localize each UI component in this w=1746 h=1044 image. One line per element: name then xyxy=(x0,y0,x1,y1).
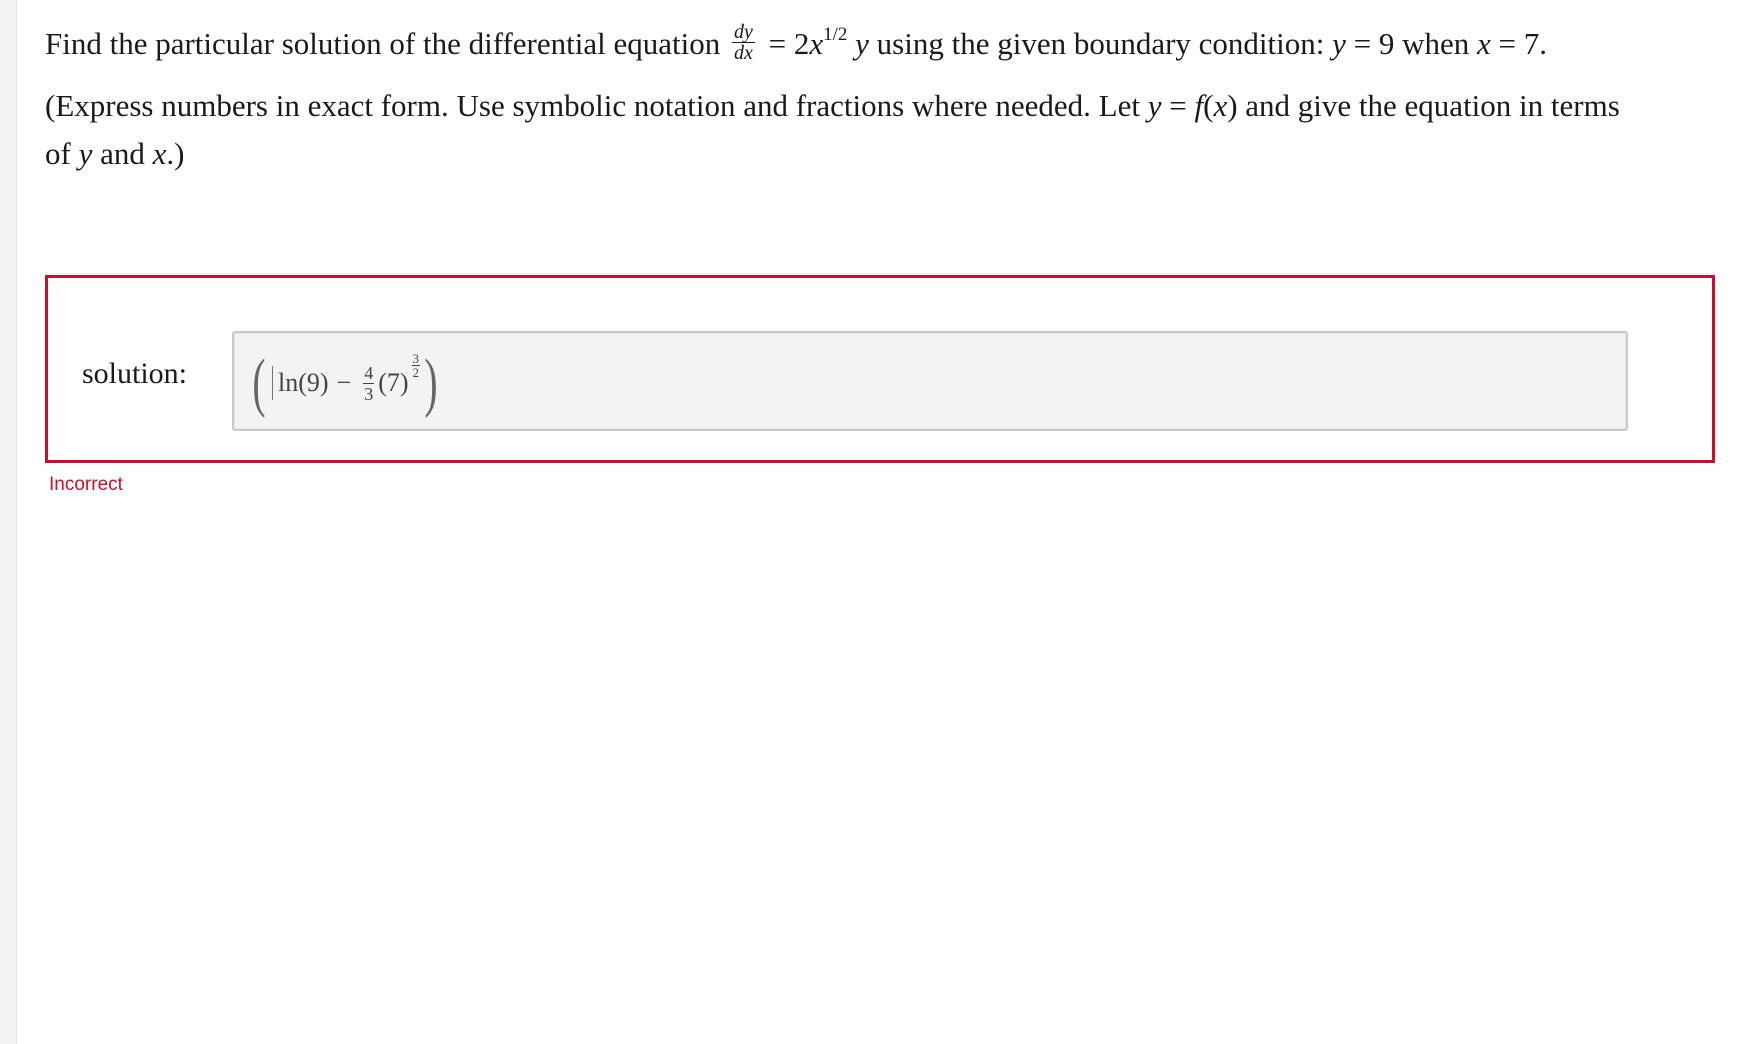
question-prefix: Find the particular solution of the diff… xyxy=(45,26,721,61)
instructions-f: f xyxy=(1194,88,1204,123)
instructions-paren-close: ) xyxy=(1227,88,1238,123)
solution-input[interactable]: ( ln(9) − 4 3 (7) 3 2 ) xyxy=(232,331,1628,431)
instructions-part-c: of xyxy=(45,136,71,171)
close-paren: ) xyxy=(424,346,438,419)
question-page: Find the particular solution of the diff… xyxy=(16,0,1746,1044)
condition-value-x: = 7. xyxy=(1498,26,1548,61)
instructions-c-and: and xyxy=(100,136,145,171)
solution-expression: ( ln(9) − 4 3 (7) 3 2 ) xyxy=(248,345,442,421)
equation-exponent: 1/2 xyxy=(823,24,848,45)
equation-rhs-coefficient: = 2 xyxy=(768,26,810,61)
answer-box: solution: ( ln(9) − 4 3 (7) 3 2 ) xyxy=(45,275,1715,463)
equation-rhs-x: x xyxy=(809,26,824,61)
derivative-numerator: dy xyxy=(731,21,755,44)
ln-term: ln(9) xyxy=(277,368,329,397)
instructions-c-x: x xyxy=(152,136,167,171)
instructions-x: x xyxy=(1213,88,1228,123)
exponent-fraction: 3 2 xyxy=(411,350,421,380)
text-cursor xyxy=(271,366,273,400)
instructions-c-y: y xyxy=(78,136,93,171)
instructions-part-a: (Express numbers in exact form. Use symb… xyxy=(45,88,1140,123)
exponent-denominator: 2 xyxy=(412,364,420,380)
derivative-denominator: dx xyxy=(733,42,753,65)
exponent-numerator: 3 xyxy=(411,350,421,366)
coefficient-fraction: 4 3 xyxy=(363,362,375,404)
condition-intro: using the given boundary condition: xyxy=(876,26,1325,61)
condition-value-y: = 9 when xyxy=(1353,26,1470,61)
equation-rhs-y: y xyxy=(855,26,869,61)
condition-x: x xyxy=(1477,26,1491,61)
derivative-fraction: dy dx xyxy=(731,21,755,65)
instructions-c-end: .) xyxy=(166,136,185,171)
instructions: (Express numbers in exact form. Use symb… xyxy=(45,82,1735,178)
base-term: (7) xyxy=(378,368,409,397)
instructions-equals: = xyxy=(1169,88,1187,123)
feedback-incorrect: Incorrect xyxy=(49,474,123,495)
coefficient-numerator: 4 xyxy=(363,362,375,384)
question-line-1: Find the particular solution of the diff… xyxy=(45,20,1735,68)
question-text: Find the particular solution of the diff… xyxy=(45,20,1735,178)
solution-label: solution: xyxy=(82,357,188,390)
instructions-part-b: and give the equation in terms xyxy=(1245,88,1620,123)
instructions-y: y xyxy=(1147,88,1162,123)
condition-y: y xyxy=(1332,26,1346,61)
coefficient-denominator: 3 xyxy=(364,383,374,404)
minus-sign: − xyxy=(336,368,352,397)
open-paren: ( xyxy=(252,346,266,419)
instructions-paren-open: ( xyxy=(1203,88,1214,123)
